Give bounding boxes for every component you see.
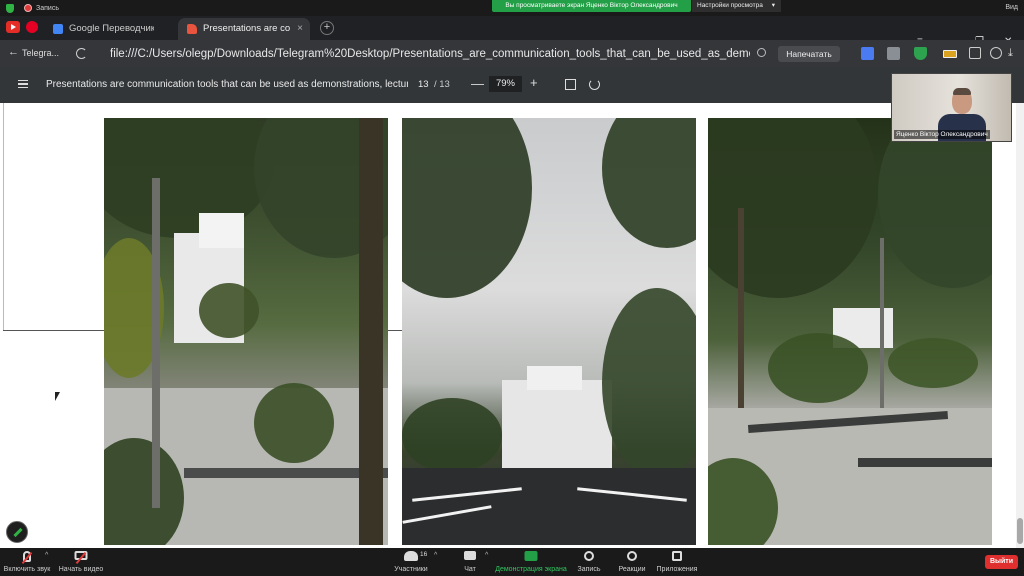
page-edge (3, 103, 4, 331)
participants-icon (404, 551, 418, 561)
youtube-pinned-tab-icon[interactable] (6, 21, 20, 33)
vertical-scrollbar[interactable] (1016, 103, 1024, 548)
extension-icon[interactable] (887, 47, 900, 60)
search-icon[interactable] (757, 48, 766, 57)
participants-label: Участники (394, 566, 428, 573)
browser-tab-strip: Google Переводчик Presentations are comm… (0, 16, 1024, 47)
back-label[interactable]: Telegra... (22, 48, 59, 58)
recording-label: Запись (36, 5, 59, 12)
battery-extension-icon[interactable] (943, 50, 957, 58)
pdf-icon (187, 24, 197, 34)
puzzle-extensions-icon[interactable] (969, 47, 981, 59)
participant-hair (953, 88, 971, 95)
back-arrow-icon[interactable]: ← (8, 46, 19, 58)
zoom-top-bar: Запись Вы просматриваете экран Яценко Ві… (0, 0, 1024, 16)
zoom-out-button[interactable]: — (471, 77, 484, 91)
slide-divider-line (3, 330, 104, 331)
apps-icon (672, 551, 682, 561)
zoom-level-input[interactable]: 79% (489, 76, 522, 92)
share-screen-button[interactable]: Демонстрация экрана (494, 548, 568, 576)
browser-address-bar: ← Telegra... file:///C:/Users/olegp/Down… (0, 40, 1024, 67)
apps-button[interactable]: Приложения (655, 548, 699, 576)
slide-photo-park-right (708, 118, 992, 545)
recording-icon (24, 4, 32, 12)
view-button[interactable]: Вид (1005, 4, 1018, 11)
slide-photo-park-left (104, 118, 388, 545)
page-number-input[interactable]: 13 (418, 77, 434, 93)
close-tab-icon[interactable]: × (297, 18, 303, 40)
audio-options-caret-icon[interactable]: ^ (45, 552, 48, 559)
unmute-label: Включить звук (3, 566, 51, 573)
new-tab-button[interactable]: + (320, 21, 334, 35)
google-translate-icon (53, 24, 63, 34)
screen-share-banner: Вы просматриваете экран Яценко Віктор Ол… (492, 0, 691, 12)
participants-options-caret-icon[interactable]: ^ (434, 552, 437, 559)
apps-label: Приложения (656, 566, 698, 573)
zoom-in-button[interactable]: + (530, 76, 538, 90)
participants-count: 16 (420, 551, 428, 558)
share-screen-icon (524, 551, 538, 561)
zoom-meeting-controls: Включить звук ^ Начать видео Участники 1… (0, 548, 1024, 576)
chat-options-caret-icon[interactable]: ^ (485, 552, 488, 559)
download-icon[interactable]: ⤓ (1008, 47, 1018, 59)
chat-icon (464, 551, 476, 560)
tab-presentation-pdf[interactable]: Presentations are communication tools × (178, 18, 310, 40)
participant-name-label: Яценко Віктор Олександрович (894, 130, 990, 139)
tab-label: Google Переводчик (69, 23, 154, 34)
security-shield-icon[interactable] (6, 4, 14, 13)
record-icon (584, 551, 594, 561)
leave-meeting-button[interactable]: Выйти (985, 555, 1018, 569)
record-button[interactable]: Запись (572, 548, 606, 576)
reactions-button[interactable]: Реакции (614, 548, 650, 576)
reactions-icon (627, 551, 637, 561)
share-screen-label: Демонстрация экрана (495, 566, 567, 573)
scrollbar-thumb[interactable] (1017, 518, 1023, 544)
menu-icon[interactable] (18, 80, 28, 88)
tab-google-translate[interactable]: Google Переводчик (44, 18, 174, 40)
profile-icon[interactable] (990, 47, 1002, 59)
print-button[interactable]: Напечатать (778, 46, 840, 62)
pinterest-pinned-tab-icon[interactable] (26, 21, 38, 33)
document-title: Presentations are communication tools th… (46, 79, 408, 90)
page-total: / 13 (434, 79, 450, 90)
shield-extension-icon[interactable] (914, 47, 927, 60)
slide-photo-street-center (402, 118, 696, 545)
fit-to-page-icon[interactable] (565, 79, 576, 90)
reactions-label: Реакции (618, 566, 646, 573)
tab-label: Presentations are communication tools (203, 23, 290, 34)
pdf-toolbar: Presentations are communication tools th… (0, 67, 1024, 103)
reload-icon[interactable] (76, 48, 87, 59)
pdf-viewport[interactable] (0, 103, 1024, 548)
translate-extension-icon[interactable] (861, 47, 874, 60)
chat-button[interactable]: Чат (455, 548, 485, 576)
start-video-button[interactable]: Начать видео (56, 548, 106, 576)
slide-divider-line (388, 330, 402, 331)
record-label: Запись (577, 566, 601, 573)
chat-label: Чат (464, 566, 476, 573)
url-field[interactable]: file:///C:/Users/olegp/Downloads/Telegra… (110, 45, 750, 63)
view-settings-dropdown[interactable]: Настройки просмотра (692, 0, 781, 12)
participant-video-tile[interactable]: Яценко Віктор Олександрович (891, 73, 1012, 142)
rotate-icon[interactable] (589, 79, 600, 90)
mouse-cursor-icon (55, 392, 60, 401)
annotate-pencil-icon[interactable] (6, 521, 28, 543)
start-video-label: Начать видео (58, 566, 104, 573)
